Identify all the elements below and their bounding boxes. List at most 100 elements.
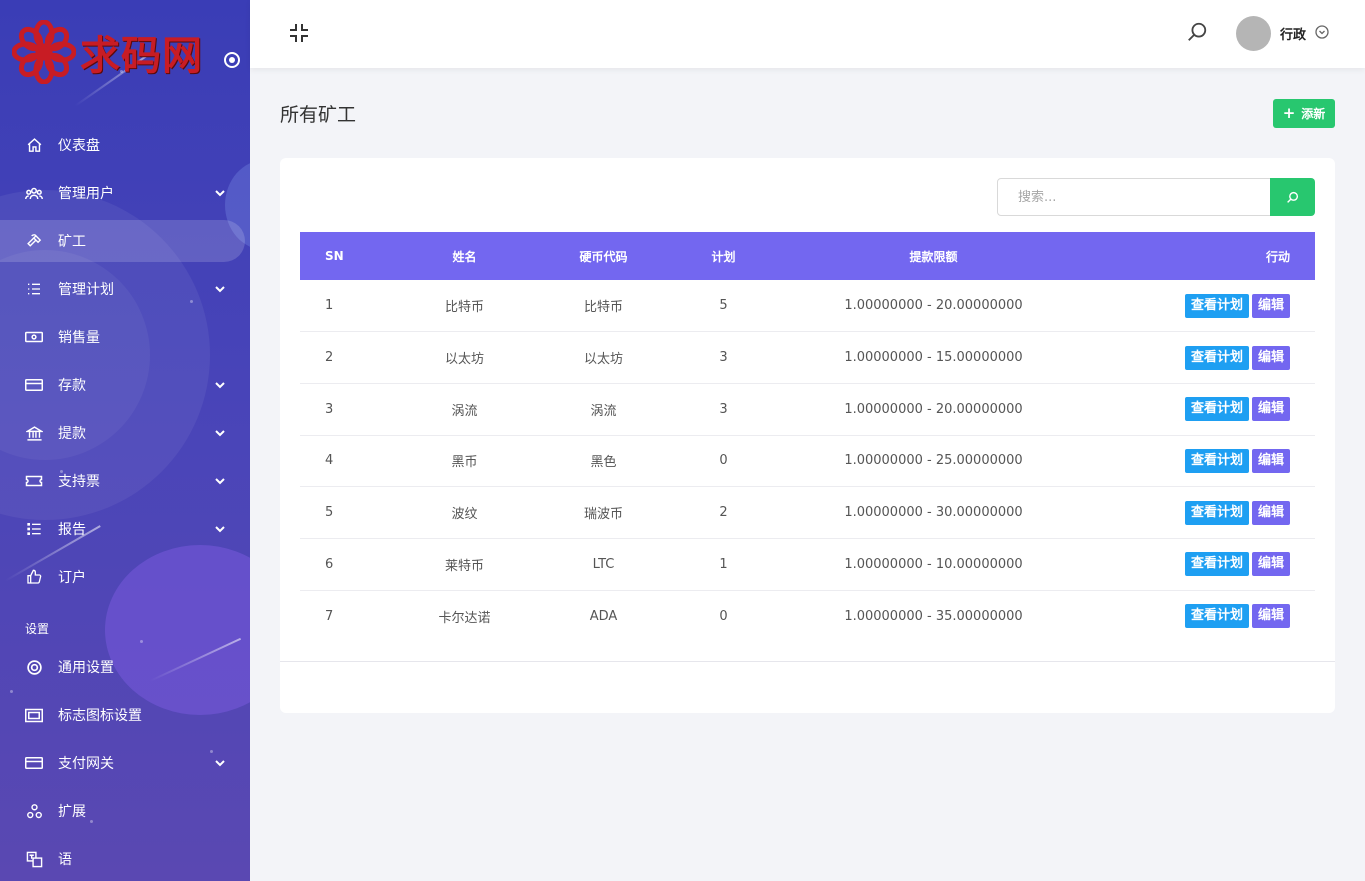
images-icon [25, 706, 43, 724]
sidebar-item-label: 支付网关 [58, 756, 114, 772]
view-plan-button[interactable]: 查看计划 [1184, 500, 1249, 525]
cell-withdraw-limit: 1.00000000 - 10.00000000 [844, 556, 1023, 572]
sidebar-item-deposits[interactable]: 存款 [0, 361, 250, 409]
sidebar-item-label: 存款 [58, 378, 86, 394]
edit-button[interactable]: 编辑 [1251, 552, 1290, 577]
home-icon [25, 136, 43, 154]
sidebar-item-label: 语 [58, 852, 72, 868]
table-row: 1 比特币 比特币 5 1.00000000 - 20.00000000 查看计… [300, 280, 1315, 332]
sidebar-item-sales[interactable]: 销售量 [0, 313, 250, 361]
cell-sn: 2 [325, 350, 334, 366]
sidebar-item-label: 标志图标设置 [58, 708, 142, 724]
cell-plan: 2 [719, 505, 728, 521]
edit-button[interactable]: 编辑 [1251, 293, 1290, 318]
chevron-down-icon [215, 382, 225, 389]
sidebar-item-subscribers[interactable]: 订户 [0, 553, 250, 601]
table-row: 5 波纹 瑞波币 2 1.00000000 - 30.00000000 查看计划… [300, 487, 1315, 539]
chevron-down-icon [215, 190, 225, 197]
sidebar-item-label: 仪表盘 [58, 138, 100, 154]
collapse-fullscreen-icon[interactable] [288, 22, 310, 44]
view-plan-button[interactable]: 查看计划 [1184, 552, 1249, 577]
hammer-icon [25, 232, 43, 250]
column-header-name: 姓名 [452, 249, 477, 264]
cell-actions: 查看计划 编辑 [1066, 435, 1315, 487]
cell-actions: 查看计划 编辑 [1066, 280, 1315, 332]
top-bar: 行政 [250, 0, 1365, 68]
table-row: 6 莱特币 LTC 1 1.00000000 - 10.00000000 查看计… [300, 538, 1315, 591]
cell-plan: 3 [719, 350, 728, 366]
table-row: 3 涡流 涡流 3 1.00000000 - 20.00000000 查看计划编… [300, 383, 1315, 436]
avatar[interactable] [1236, 16, 1271, 51]
cell-withdraw-limit: 1.00000000 - 35.00000000 [844, 608, 1023, 624]
cell-plan: 1 [719, 556, 728, 572]
sidebar-item-miners[interactable]: 矿工 [0, 220, 245, 262]
view-plan-button[interactable]: 查看计划 [1184, 345, 1249, 370]
edit-button[interactable]: 编辑 [1251, 345, 1290, 370]
sidebar-item-manage-plans[interactable]: 管理计划 [0, 265, 250, 313]
cell-withdraw-limit: 1.00000000 - 30.00000000 [844, 505, 1023, 521]
cell-coin-code: 瑞波币 [583, 507, 623, 523]
card-icon [25, 754, 43, 772]
column-header-action: 行动 [1265, 249, 1290, 264]
sidebar-item-general-settings[interactable]: 通用设置 [0, 643, 250, 691]
cell-coin-code: 涡流 [590, 403, 617, 419]
sidebar-menu: 仪表盘 管理用户 矿工 管理计划 销售量 存款 提款 支持票 报告 订户 设置 … [0, 121, 250, 881]
cell-name: 黑币 [451, 455, 478, 471]
edit-button[interactable]: 编辑 [1251, 397, 1290, 422]
cell-sn: 6 [325, 556, 334, 572]
user-name[interactable]: 行政 [1280, 24, 1306, 43]
sidebar-item-extensions[interactable]: 扩展 [0, 787, 250, 835]
radio-dot-icon [229, 57, 235, 63]
chevron-down-icon [215, 760, 225, 767]
sidebar-item-manage-users[interactable]: 管理用户 [0, 169, 250, 217]
cell-actions: 查看计划 编辑 [1066, 383, 1315, 435]
chevron-down-circle-icon[interactable] [1315, 25, 1329, 39]
column-header-sn: SN [325, 249, 344, 263]
cell-plan: 3 [719, 401, 728, 417]
page-title: 所有矿工 [280, 104, 357, 126]
sidebar-item-reports[interactable]: 报告 [0, 505, 250, 553]
miners-table: SN 姓名 硬币代码 计划 提款限额 行动 1 比特币 比特币 5 1.0000… [300, 232, 1315, 642]
thumbs-up-icon [25, 568, 43, 586]
sidebar-item-withdrawals[interactable]: 提款 [0, 409, 250, 457]
chevron-down-icon [215, 526, 225, 533]
cell-plan: 5 [719, 298, 728, 314]
sidebar-item-label: 订户 [58, 570, 86, 586]
view-plan-button[interactable]: 查看计划 [1184, 448, 1249, 473]
cell-name: 涡流 [451, 403, 478, 419]
add-new-button[interactable]: + 添新 [1273, 99, 1335, 128]
lifebuoy-icon [25, 658, 43, 676]
sidebar-item-support-tickets[interactable]: 支持票 [0, 457, 250, 505]
sidebar-item-label: 管理用户 [58, 186, 114, 202]
view-plan-button[interactable]: 查看计划 [1184, 293, 1249, 318]
money-icon [25, 328, 43, 346]
card-footer-divider [280, 661, 1335, 662]
cell-name: 以太坊 [444, 352, 484, 368]
card-icon [25, 376, 43, 394]
edit-button[interactable]: 编辑 [1251, 604, 1290, 629]
edit-button[interactable]: 编辑 [1251, 500, 1290, 525]
sidebar-item-label: 支持票 [58, 474, 100, 490]
cell-coin-code: 比特币 [583, 300, 623, 316]
search-input[interactable] [997, 178, 1271, 216]
column-header-plan: 计划 [711, 249, 736, 264]
sidebar-item-language[interactable]: 语 [0, 835, 250, 881]
view-plan-button[interactable]: 查看计划 [1184, 397, 1249, 422]
search-icon[interactable] [1186, 21, 1208, 43]
sidebar-item-logo-icon-settings[interactable]: 标志图标设置 [0, 691, 250, 739]
sidebar-item-dashboard[interactable]: 仪表盘 [0, 121, 250, 169]
bank-icon [25, 424, 43, 442]
sidebar-toggle-button[interactable] [224, 52, 240, 68]
view-plan-button[interactable]: 查看计划 [1184, 604, 1249, 629]
cell-plan: 0 [719, 608, 728, 624]
cell-actions: 查看计划 编辑 [1066, 332, 1315, 384]
miners-card: SN 姓名 硬币代码 计划 提款限额 行动 1 比特币 比特币 5 1.0000… [280, 158, 1335, 713]
cell-coin-code: 黑色 [590, 455, 617, 471]
cell-actions: 查看计划 编辑 [1066, 590, 1315, 642]
sidebar-item-payment-gateways[interactable]: 支付网关 [0, 739, 250, 787]
search-button[interactable] [1270, 178, 1315, 216]
edit-button[interactable]: 编辑 [1251, 448, 1290, 473]
plus-icon: + [1282, 104, 1296, 122]
brand-logo[interactable]: 求码网 [12, 18, 242, 86]
cell-withdraw-limit: 1.00000000 - 20.00000000 [844, 298, 1023, 314]
